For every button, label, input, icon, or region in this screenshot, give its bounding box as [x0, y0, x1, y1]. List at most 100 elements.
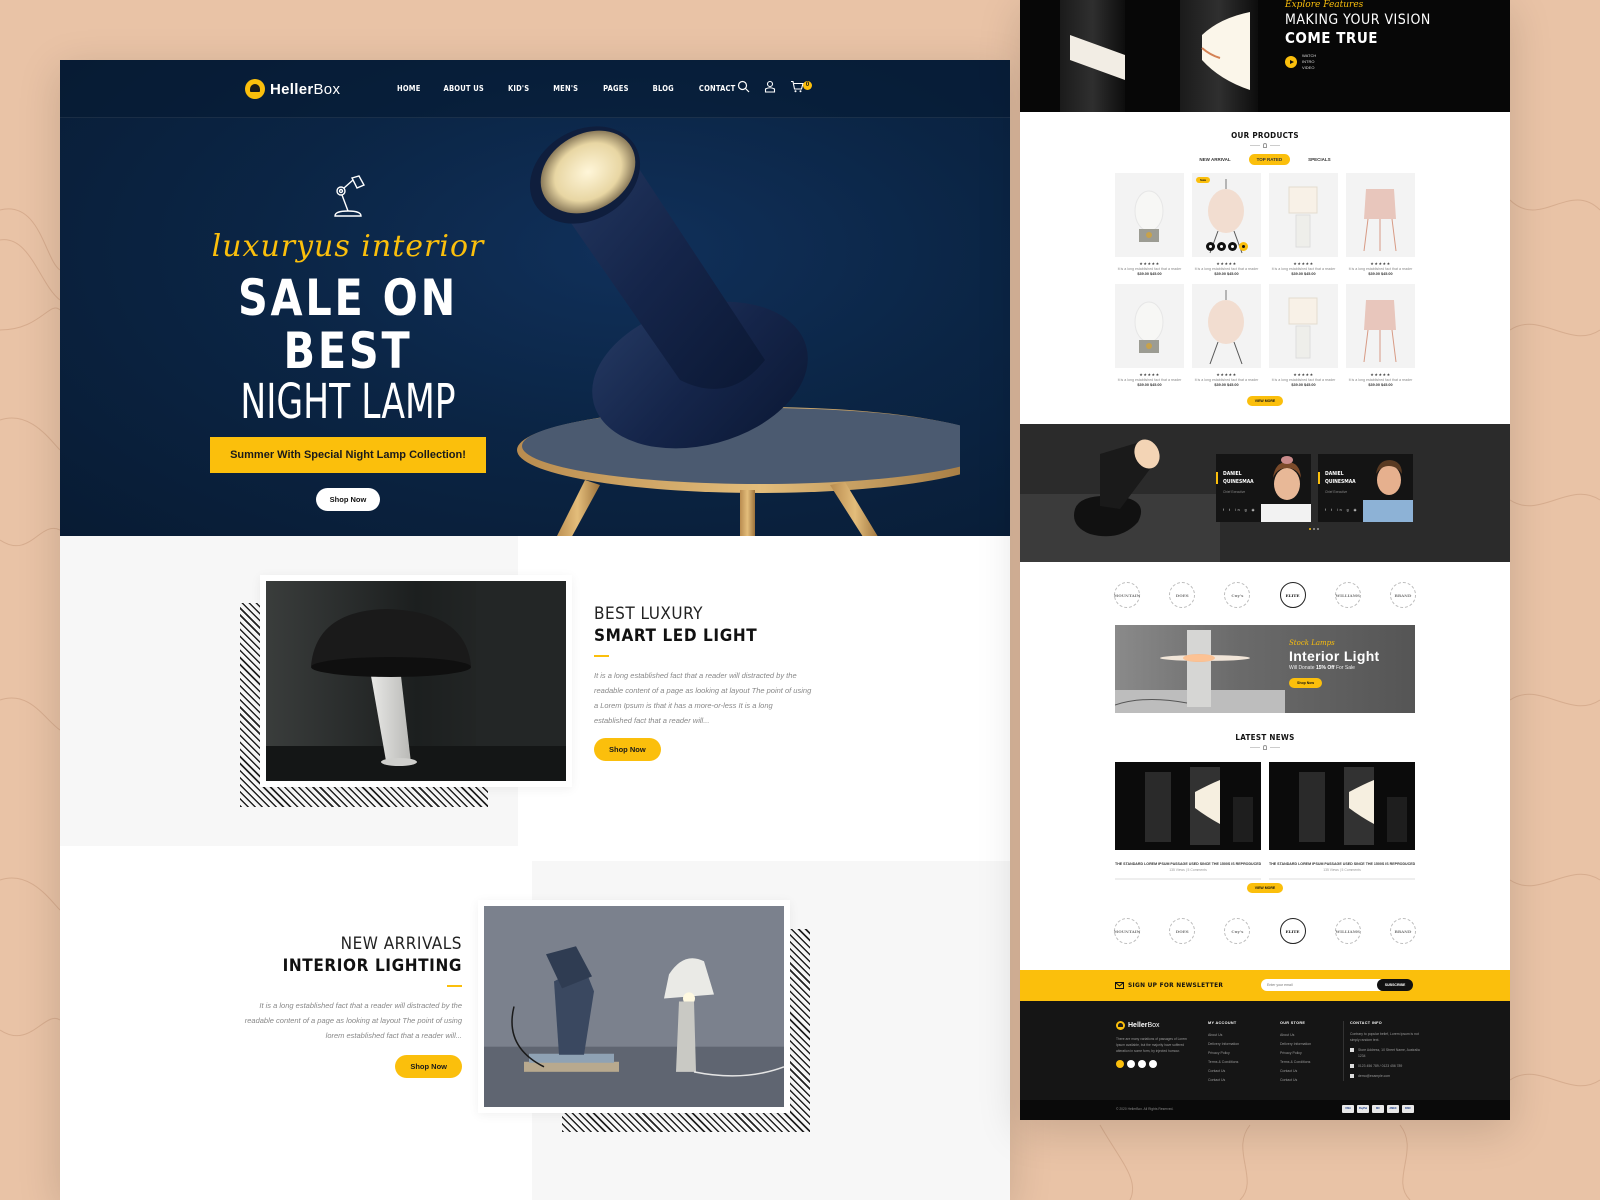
footer-link[interactable]: About Us	[1280, 1031, 1311, 1040]
brand-logo[interactable]: DOES	[1169, 582, 1196, 608]
footer-link[interactable]: About Us	[1208, 1031, 1239, 1040]
footer-heading: MY ACCOUNT	[1208, 1021, 1237, 1025]
brand-logo[interactable]: ELITE	[1279, 918, 1306, 944]
carousel-dot[interactable]	[1309, 528, 1311, 530]
footer-link[interactable]: Terms & Conditions	[1280, 1058, 1311, 1067]
nav-contact[interactable]: CONTACT	[699, 84, 736, 93]
carousel-dot[interactable]	[1313, 528, 1315, 530]
linkedin-icon[interactable]	[1138, 1060, 1146, 1068]
nav-pages[interactable]: PAGES	[603, 84, 629, 93]
tab-top-rated[interactable]: TOP RATED	[1248, 154, 1291, 165]
nav-blog[interactable]: BLOG	[653, 84, 674, 93]
footer-link[interactable]: Privacy Policy	[1280, 1049, 1311, 1058]
newsletter-email-input[interactable]	[1261, 979, 1381, 991]
brand-logo[interactable]: Cuy's	[1224, 918, 1251, 944]
carousel-dot[interactable]	[1317, 528, 1319, 530]
payment-method-icon: AMEX	[1387, 1105, 1399, 1113]
watch-video-button[interactable]: WATCH INTRO VIDEO	[1285, 53, 1431, 71]
brand-logo[interactable]: ELITE	[1279, 582, 1306, 608]
nav-kids[interactable]: KID'S	[508, 84, 529, 93]
footer-logo[interactable]: HellerBox	[1116, 1021, 1194, 1030]
play-icon	[1285, 56, 1297, 68]
navbar: HellerBox HOME ABOUT US KID'S MEN'S PAGE…	[60, 60, 1010, 118]
interior-lighting-photo-frame	[478, 900, 790, 1113]
user-icon[interactable]	[764, 80, 776, 93]
product-image	[1269, 173, 1338, 257]
brand-logo[interactable]: MOUNTAIN	[1114, 918, 1140, 944]
promo-shop-now-button[interactable]: Shop Now	[1289, 678, 1323, 688]
product-card[interactable]: ★★★★★ It is a long established fact that …	[1115, 284, 1184, 387]
cylinder-lamps-image	[1060, 0, 1258, 112]
footer-link[interactable]: Contact Us	[1280, 1076, 1311, 1085]
news-title: THE STANDARD LOREM IPSUM PASSAGE USED SI…	[1269, 862, 1415, 866]
footer-link[interactable]: Contact Us	[1208, 1067, 1239, 1076]
product-card[interactable]: ★★★★★ It is a long established fact that …	[1269, 173, 1338, 276]
instagram-icon[interactable]	[1149, 1060, 1157, 1068]
interior-lighting-shop-now-button[interactable]: Shop Now	[395, 1055, 462, 1078]
wishlist-icon[interactable]	[1216, 242, 1226, 251]
carousel-dots	[1309, 528, 1319, 530]
brand-logo[interactable]: BRAND	[1389, 918, 1416, 944]
product-actions	[1192, 242, 1261, 251]
brand-logo[interactable]: Cuy's	[1224, 582, 1251, 608]
news-meta: 135 Views | 5 Comments	[1323, 868, 1361, 872]
footer-link[interactable]: Contact Us	[1280, 1067, 1311, 1076]
promo-script: Stock Lamps	[1289, 639, 1335, 647]
footer-link[interactable]: Delivery Information	[1280, 1040, 1311, 1049]
footer-link[interactable]: Contact Us	[1208, 1076, 1239, 1085]
tab-new-arrival[interactable]: NEW ARRIVAL	[1191, 154, 1238, 165]
product-card[interactable]: ★★★★★ It is a long established fact that …	[1269, 284, 1338, 387]
compare-icon[interactable]	[1227, 242, 1237, 251]
product-image	[1269, 284, 1338, 368]
payment-method-icon: DISC	[1402, 1105, 1414, 1113]
brand-logo[interactable]: DOES	[1169, 918, 1196, 944]
team-member-social-links[interactable]: f t in g ◉	[1223, 508, 1257, 512]
nav-links: HOME ABOUT US KID'S MEN'S PAGES BLOG CON…	[397, 84, 735, 93]
lamp-divider-icon	[1263, 745, 1267, 750]
payment-methods: VISA PayPal MC AMEX DISC	[1342, 1105, 1414, 1113]
twitter-icon[interactable]	[1116, 1060, 1124, 1068]
add-to-cart-icon[interactable]	[1238, 242, 1248, 251]
nav-mens[interactable]: MEN'S	[553, 84, 578, 93]
team-member-social-links[interactable]: f t in g ◉	[1325, 508, 1359, 512]
product-card[interactable]: ★★★★★ It is a long established fact that …	[1346, 173, 1415, 276]
tab-specials[interactable]: SPECIALS	[1300, 154, 1339, 165]
promo-banner-copy: Stock Lamps Interior Light Will Donate 1…	[1289, 639, 1380, 689]
search-icon[interactable]	[737, 80, 750, 93]
main-landing-page: HellerBox HOME ABOUT US KID'S MEN'S PAGE…	[60, 60, 1010, 1200]
brand-logo[interactable]: MOUNTAIN	[1114, 582, 1140, 608]
product-card[interactable]: ★★★★★ It is a long established fact that …	[1115, 173, 1184, 276]
team-member-card: DANIEL QUINESMAA Chief Executive f t in …	[1318, 454, 1413, 522]
facebook-icon[interactable]	[1127, 1060, 1135, 1068]
news-thumbnail	[1115, 762, 1261, 850]
brand-logo[interactable]: WILLIAMS	[1334, 582, 1361, 608]
logo[interactable]: HellerBox	[245, 79, 340, 99]
feature-interior-lighting-section: NEW ARRIVALS INTERIOR LIGHTING It is a l…	[60, 846, 1010, 1200]
footer-link[interactable]: Terms & Conditions	[1208, 1058, 1239, 1067]
map-pin-icon	[1350, 1048, 1354, 1052]
team-member-photo	[1363, 460, 1413, 522]
hero-shop-now-button[interactable]: Shop Now	[315, 488, 381, 512]
contact-email[interactable]: demo@example.com	[1350, 1073, 1422, 1079]
products-view-more-button[interactable]: VIEW MORE	[1247, 396, 1283, 406]
section-divider	[1020, 745, 1510, 750]
brand-logo[interactable]: BRAND	[1389, 582, 1416, 608]
newsletter-subscribe-button[interactable]: SUBSCRIBE	[1377, 979, 1413, 991]
divider	[1115, 878, 1261, 880]
brand-logo[interactable]: WILLIAMS	[1334, 918, 1361, 944]
news-view-more-button[interactable]: VIEW MORE	[1247, 883, 1283, 893]
cart-button[interactable]: 0	[790, 80, 812, 93]
smart-led-shop-now-button[interactable]: Shop Now	[594, 738, 661, 761]
nav-about-us[interactable]: ABOUT US	[444, 84, 484, 93]
quick-view-icon[interactable]	[1205, 242, 1215, 251]
footer-link[interactable]: Delivery Information	[1208, 1040, 1239, 1049]
news-card[interactable]: THE STANDARD LOREM IPSUM PASSAGE USED SI…	[1115, 762, 1261, 880]
footer-social-links	[1116, 1060, 1194, 1068]
news-card[interactable]: THE STANDARD LOREM IPSUM PASSAGE USED SI…	[1269, 762, 1415, 880]
team-member-card: DANIEL QUINESMAA Chief Executive f t in …	[1216, 454, 1311, 522]
nav-home[interactable]: HOME	[397, 84, 421, 93]
product-card[interactable]: ★★★★★ It is a long established fact that …	[1346, 284, 1415, 387]
footer-link[interactable]: Privacy Policy	[1208, 1049, 1239, 1058]
product-card[interactable]: ★★★★★ It is a long established fact that …	[1192, 284, 1261, 387]
product-card[interactable]: Sale ★★★★★ It is a long established fact t…	[1192, 173, 1261, 276]
